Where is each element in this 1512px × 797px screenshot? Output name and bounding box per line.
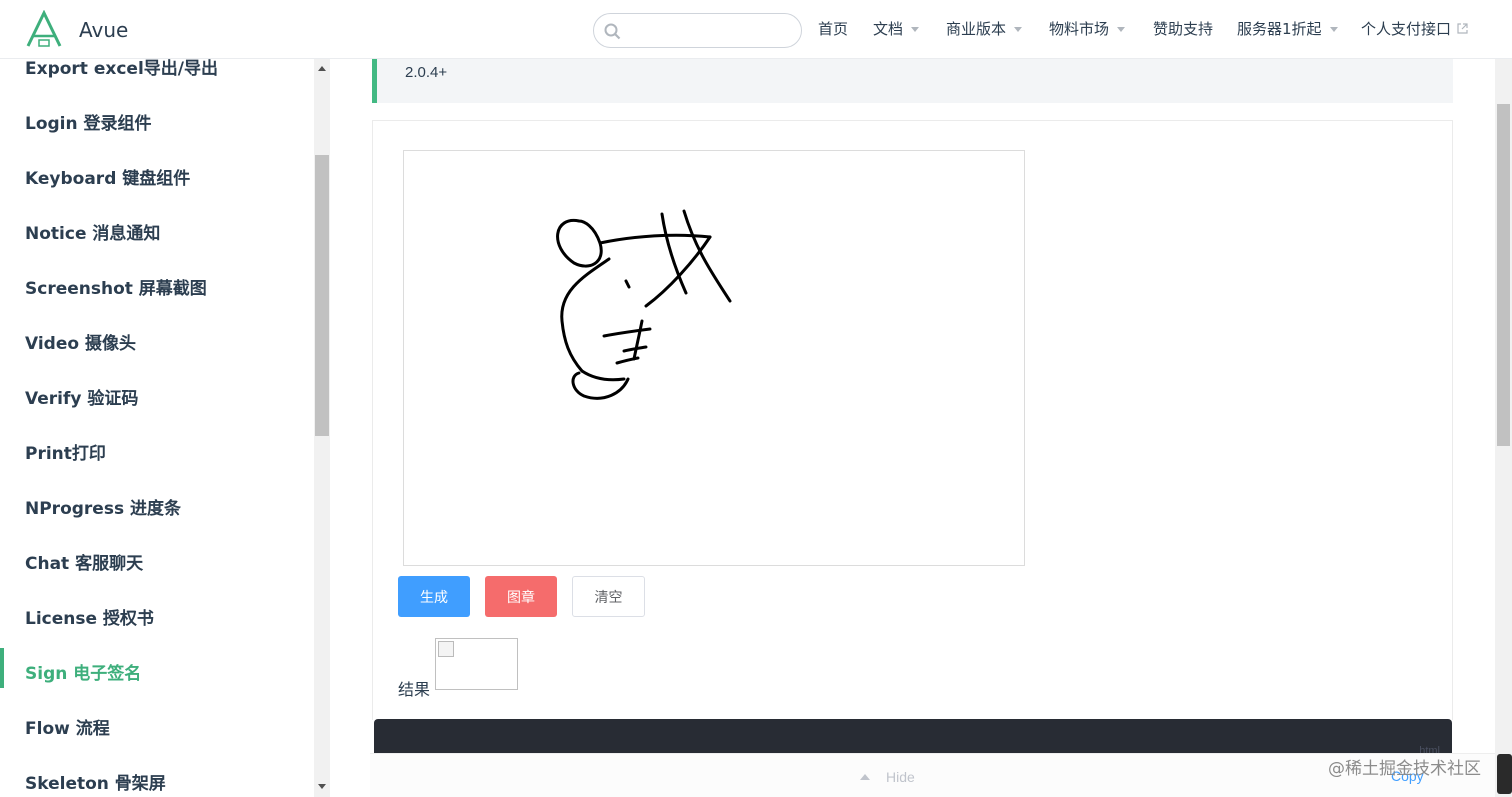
signature-canvas[interactable] <box>403 150 1025 566</box>
sidebar-item-license[interactable]: License 授权书 <box>25 604 154 629</box>
page-scrollbar[interactable] <box>1495 59 1512 797</box>
sidebar-item-chat[interactable]: Chat 客服聊天 <box>25 549 143 574</box>
page-scrollbar-thumb[interactable] <box>1497 104 1510 446</box>
sidebar-item-sign[interactable]: Sign 电子签名 <box>25 659 141 684</box>
search-icon <box>604 23 621 40</box>
scroll-up-icon[interactable] <box>318 66 326 71</box>
sidebar-scrollbar-thumb[interactable] <box>315 155 329 436</box>
watermark: @稀土掘金技术社区 <box>1328 759 1481 779</box>
sidebar-item-keyboard[interactable]: Keyboard 键盘组件 <box>25 164 190 189</box>
chevron-down-icon <box>911 27 920 32</box>
chevron-down-icon <box>1329 27 1338 32</box>
sidebar: Export excel导出/导出 Login 登录组件 Keyboard 键盘… <box>0 59 330 797</box>
nav-server[interactable]: 服务器1折起 <box>1237 18 1338 39</box>
result-label: 结果 <box>398 680 431 699</box>
sidebar-item-screenshot[interactable]: Screenshot 屏幕截图 <box>25 274 207 299</box>
avue-logo-icon[interactable] <box>24 10 64 50</box>
external-link-icon <box>1457 23 1468 34</box>
sidebar-item-login[interactable]: Login 登录组件 <box>25 109 152 134</box>
result-image <box>435 638 518 690</box>
signature-drawing <box>556 209 732 400</box>
nav-commercial[interactable]: 商业版本 <box>946 18 1023 39</box>
active-indicator <box>0 648 4 688</box>
search-input[interactable] <box>593 13 802 48</box>
sidebar-item-video[interactable]: Video 摄像头 <box>25 329 136 354</box>
sidebar-item-nprogress[interactable]: NProgress 进度条 <box>25 494 181 519</box>
sidebar-item-export-excel[interactable]: Export excel导出/导出 <box>25 59 218 79</box>
sidebar-item-flow[interactable]: Flow 流程 <box>25 714 110 739</box>
back-to-top-button[interactable] <box>1497 754 1512 794</box>
nav-payment[interactable]: 个人支付接口 <box>1361 18 1468 39</box>
chevron-up-icon <box>860 774 870 780</box>
sidebar-item-notice[interactable]: Notice 消息通知 <box>25 219 160 244</box>
chevron-down-icon <box>1014 27 1023 32</box>
broken-image-icon <box>438 641 454 657</box>
nav-sponsor[interactable]: 赞助支持 <box>1153 18 1213 39</box>
scroll-down-icon[interactable] <box>318 784 326 789</box>
hide-code-button[interactable]: Hide <box>860 769 915 785</box>
code-toggle-bar[interactable]: Hide <box>370 753 1495 797</box>
sidebar-item-verify[interactable]: Verify 验证码 <box>25 384 138 409</box>
nav-materials[interactable]: 物料市场 <box>1049 18 1126 39</box>
seal-button[interactable]: 图章 <box>485 576 557 617</box>
chevron-down-icon <box>1117 27 1126 32</box>
sidebar-item-skeleton[interactable]: Skeleton 骨架屏 <box>25 769 166 794</box>
sidebar-item-print[interactable]: Print打印 <box>25 439 106 464</box>
nav-docs[interactable]: 文档 <box>873 18 920 39</box>
version-text: 2.0.4+ <box>405 64 448 81</box>
hide-label: Hide <box>886 769 915 785</box>
top-navbar: Avue 首页 文档 商业版本 物料市场 赞助支持 服务器1折起 个人支付接口 <box>0 0 1512 59</box>
clear-button[interactable]: 清空 <box>572 576 645 617</box>
generate-button[interactable]: 生成 <box>398 576 470 617</box>
sidebar-scrollbar[interactable] <box>314 59 330 797</box>
brand-name[interactable]: Avue <box>79 18 128 42</box>
nav-home[interactable]: 首页 <box>818 18 848 39</box>
